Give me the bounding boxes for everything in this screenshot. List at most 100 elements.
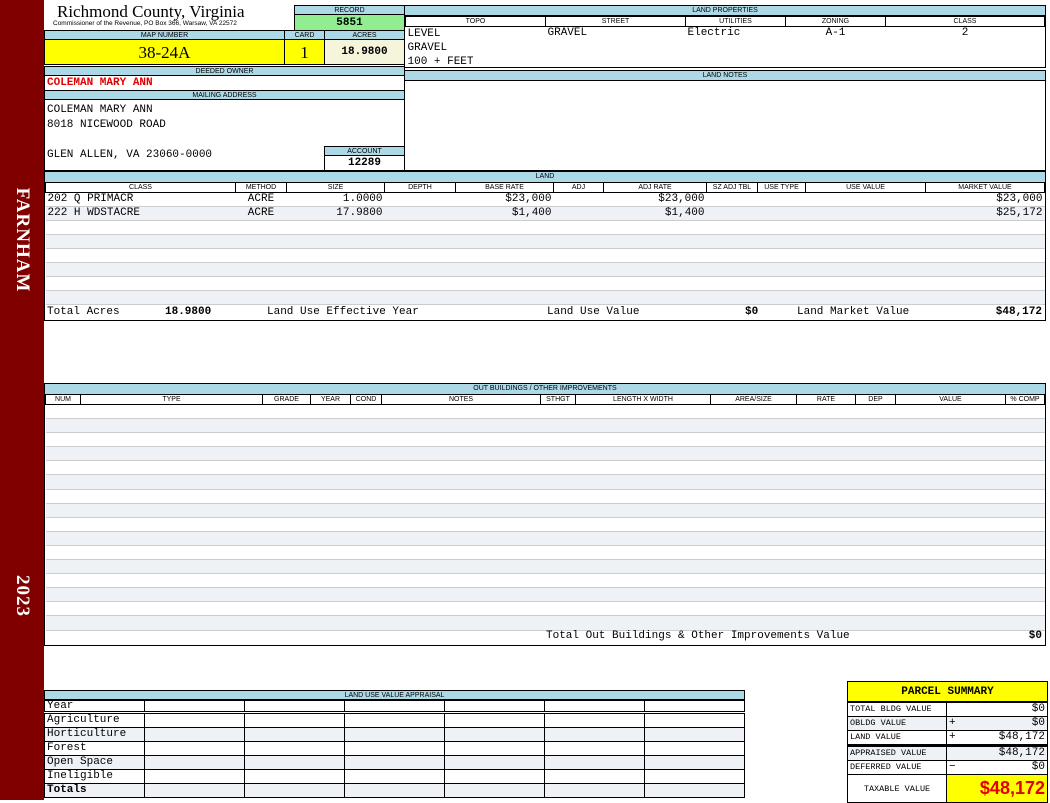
table-cell (544, 741, 645, 756)
table-cell (805, 220, 926, 235)
outbuildings-total-label: Total Out Buildings & Other Improvements… (546, 630, 850, 642)
year-row: Year (44, 700, 745, 713)
table-cell (710, 432, 797, 448)
table-cell (644, 700, 745, 713)
table-cell (575, 559, 711, 575)
table-cell (644, 727, 745, 742)
table-cell (262, 573, 311, 589)
table-cell (350, 432, 382, 448)
table-cell (235, 276, 287, 291)
table-cell (796, 446, 856, 462)
table-cell (350, 587, 382, 603)
column-header: DEPTH (384, 182, 456, 193)
row-label: Horticulture (44, 727, 145, 742)
table-cell (544, 711, 645, 728)
table-cell (381, 503, 541, 518)
table-cell (757, 290, 806, 305)
acres-value: 18.9800 (324, 39, 405, 65)
table-cell (381, 587, 541, 603)
outbuildings-label: OUT BUILDINGS / OTHER IMPROVEMENTS (45, 384, 1045, 394)
column-header: SZ ADJ TBL (706, 182, 758, 193)
table-cell (350, 573, 382, 589)
table-cell (381, 517, 541, 532)
table-cell (895, 559, 1006, 575)
table-cell: 17.9800 (286, 206, 385, 221)
parcel-summary: PARCEL SUMMARY TOTAL BLDG VALUE $0 OBLDG V… (847, 681, 1048, 803)
table-cell (144, 711, 245, 728)
column-header: CLASS (885, 16, 1045, 27)
column-header: YEAR (310, 394, 351, 405)
table-cell (706, 192, 758, 207)
table-cell (45, 248, 236, 263)
table-cell (244, 783, 345, 798)
summary-row: APPRAISED VALUE $48,172 (847, 744, 1048, 761)
row-label: Forest (44, 741, 145, 756)
district-sidebar: FARNHAM 2023 (0, 0, 44, 800)
table-cell (1005, 531, 1045, 546)
table-cell (895, 531, 1006, 546)
table-cell (80, 418, 263, 434)
table-cell (796, 460, 856, 476)
land-use-appraisal: LAND USE VALUE APPRAISAL Year Agriculture… (44, 690, 745, 798)
column-header: USE TYPE (757, 182, 806, 193)
column-header: % COMP (1005, 394, 1045, 405)
table-cell (710, 559, 797, 575)
table-cell (286, 276, 385, 291)
table-cell (381, 531, 541, 546)
table-cell (381, 432, 541, 448)
table-cell (575, 460, 711, 476)
summary-row: LAND VALUE + $48,172 (847, 730, 1048, 746)
table-cell (310, 432, 351, 448)
parcel-summary-title: PARCEL SUMMARY (847, 681, 1048, 702)
table-cell (1005, 559, 1045, 575)
table-cell (80, 587, 263, 603)
table-cell (350, 474, 382, 490)
table-cell (344, 769, 445, 784)
table-cell (381, 418, 541, 434)
row-label: Totals (44, 783, 145, 798)
table-cell (344, 727, 445, 742)
table-cell (710, 404, 797, 420)
use-value-total: $0 (745, 306, 759, 318)
table-cell (310, 573, 351, 589)
table-cell (344, 783, 445, 798)
table-row (45, 404, 1045, 420)
column-header: METHOD (235, 182, 287, 193)
table-cell (796, 573, 856, 589)
table-cell (310, 404, 351, 420)
taxable-value: $48,172 (946, 774, 1048, 803)
table-cell (553, 234, 604, 249)
table-cell: $23,000 (603, 192, 707, 207)
table-cell (310, 545, 351, 561)
table-cell: $23,000 (455, 192, 554, 207)
table-cell (45, 474, 81, 490)
table-cell (310, 418, 351, 434)
table-cell (381, 446, 541, 462)
summary-row: OBLDG VALUE + $0 (847, 716, 1048, 731)
table-cell (1005, 404, 1045, 420)
table-cell (710, 517, 797, 532)
table-cell (350, 601, 382, 617)
table-cell (603, 248, 707, 263)
table-cell (262, 601, 311, 617)
table-cell (710, 418, 797, 434)
total-acres-label: Total Acres (47, 306, 120, 318)
table-row (45, 489, 1045, 504)
table-cell (310, 601, 351, 617)
table-cell (1005, 587, 1045, 603)
address-line-1: COLEMAN MARY ANN (47, 104, 153, 116)
table-cell (925, 290, 1045, 305)
table-cell (553, 192, 604, 207)
table-cell (855, 531, 896, 546)
land-use-row: Horticulture (44, 727, 745, 742)
table-cell (80, 531, 263, 546)
table-cell (805, 192, 926, 207)
table-cell (855, 489, 896, 504)
summary-value: $0 (958, 702, 1048, 717)
table-cell: $1,400 (603, 206, 707, 221)
table-cell (444, 727, 545, 742)
table-cell (895, 474, 1006, 490)
market-value-total: $48,172 (995, 306, 1042, 318)
table-cell (262, 503, 311, 518)
summary-row: DEFERRED VALUE − $0 (847, 760, 1048, 775)
